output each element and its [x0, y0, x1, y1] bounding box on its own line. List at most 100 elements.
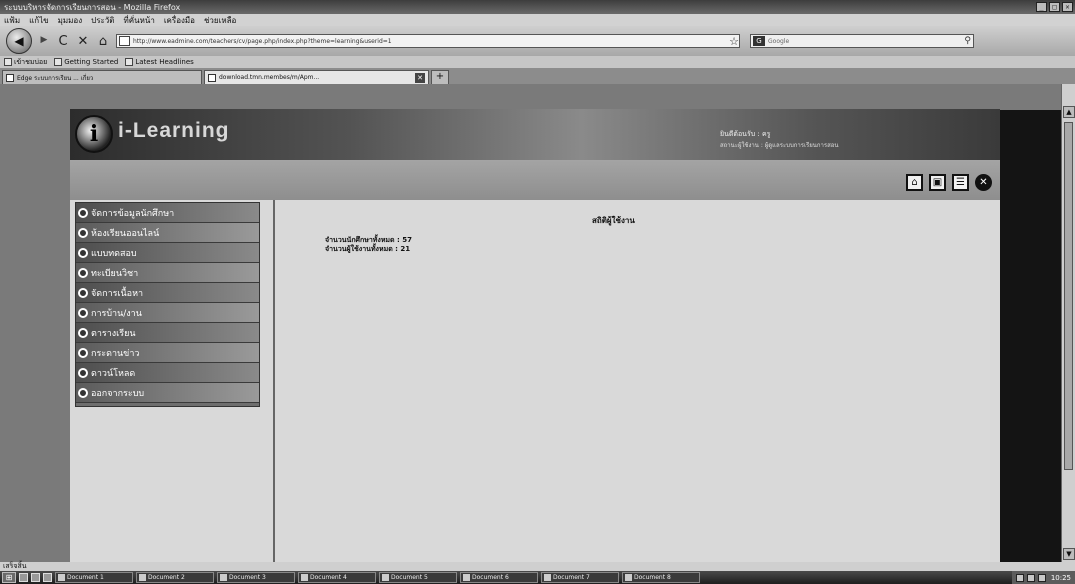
- side-menu-label: ดาวน์โหลด: [91, 368, 136, 379]
- search-icon[interactable]: ⚲: [964, 36, 971, 46]
- home-icon[interactable]: ⌂: [906, 174, 923, 191]
- search-engine-icon[interactable]: G: [753, 36, 765, 46]
- bookmark-star-icon[interactable]: ☆: [729, 35, 739, 47]
- bullet-icon: [78, 367, 88, 378]
- url-text[interactable]: http://www.eadmine.com/teachers/cv/page.…: [133, 38, 392, 45]
- side-menu-label: กระดานข่าว: [91, 348, 140, 359]
- side-menu-label: ห้องเรียนออนไลน์: [91, 228, 160, 239]
- bookmark-icon: [54, 58, 63, 66]
- forward-button[interactable]: ▶: [38, 35, 50, 47]
- taskbar-button[interactable]: Document 3: [217, 572, 295, 583]
- bullet-icon: [78, 307, 88, 318]
- side-menu-item[interactable]: ออกจากระบบ: [76, 383, 259, 403]
- scroll-thumb[interactable]: [1064, 122, 1073, 470]
- site-logo-text: i-Learning: [118, 119, 230, 142]
- new-tab-button[interactable]: +: [431, 70, 449, 84]
- side-menu-item[interactable]: ทะเบียนวิชา: [76, 263, 259, 283]
- taskbar-button[interactable]: Document 4: [298, 572, 376, 583]
- os-taskbar: ⊞ Document 1 Document 2 Document 3 Docum…: [0, 571, 1075, 584]
- tab-1[interactable]: Edge ระบบการเรียน ... เกี่ยว: [2, 70, 202, 84]
- menu-tools[interactable]: เครื่องมือ: [164, 14, 195, 27]
- tab-close-icon[interactable]: ✕: [415, 72, 425, 83]
- taskbar-button-label: Document 6: [472, 574, 509, 581]
- task-icon: [139, 574, 146, 581]
- side-menu-item[interactable]: กระดานข่าว: [76, 343, 259, 363]
- taskbar-button[interactable]: Document 8: [622, 572, 700, 583]
- logo-icon: i: [75, 115, 113, 153]
- close-window-button[interactable]: ✕: [1062, 2, 1073, 12]
- quicklaunch-icon[interactable]: [43, 573, 52, 582]
- quicklaunch-icon[interactable]: [19, 573, 28, 582]
- back-button[interactable]: ◀: [6, 28, 32, 54]
- side-menu-label: แบบทดสอบ: [91, 248, 137, 259]
- page-viewport: i i-Learning ยินดีต้อนรับ : ครู สถานะผู้…: [0, 84, 1075, 562]
- minimize-button[interactable]: _: [1036, 2, 1047, 12]
- task-icon: [58, 574, 65, 581]
- menu-view[interactable]: มุมมอง: [58, 14, 83, 27]
- side-menu-item[interactable]: แบบทดสอบ: [76, 243, 259, 263]
- bookmark-getting-started[interactable]: Getting Started: [54, 58, 118, 66]
- rss-icon: [125, 58, 134, 66]
- save-icon[interactable]: ▣: [929, 174, 946, 191]
- tray-icon[interactable]: [1037, 573, 1046, 582]
- menu-history[interactable]: ประวัติ: [91, 14, 114, 27]
- side-menu-item[interactable]: ตารางเรียน: [76, 323, 259, 343]
- task-icon: [301, 574, 308, 581]
- quicklaunch-icon[interactable]: [31, 573, 40, 582]
- taskbar-button[interactable]: Document 7: [541, 572, 619, 583]
- navigation-toolbar: ◀ ▶ C ✕ ⌂ http://www.eadmine.com/teacher…: [0, 26, 1075, 56]
- url-bar[interactable]: http://www.eadmine.com/teachers/cv/page.…: [116, 34, 740, 48]
- menu-bookmarks[interactable]: ที่คั่นหน้า: [123, 14, 154, 27]
- taskbar-button[interactable]: Document 5: [379, 572, 457, 583]
- side-menu-label: ตารางเรียน: [91, 328, 136, 339]
- bullet-icon: [78, 227, 88, 238]
- side-menu-item[interactable]: ดาวน์โหลด: [76, 363, 259, 383]
- side-menu-item[interactable]: การบ้าน/งาน: [76, 303, 259, 323]
- bookmark-label: Latest Headlines: [135, 58, 194, 66]
- search-input[interactable]: Google: [768, 38, 961, 45]
- task-icon: [544, 574, 551, 581]
- start-icon[interactable]: ⊞: [2, 572, 16, 583]
- bookmark-latest-headlines[interactable]: Latest Headlines: [125, 58, 194, 66]
- bullet-icon: [78, 247, 88, 258]
- search-box[interactable]: G Google ⚲: [750, 34, 974, 48]
- menubar: แฟ้ม แก้ไข มุมมอง ประวัติ ที่คั่นหน้า เค…: [0, 14, 1075, 26]
- taskbar-button[interactable]: Document 6: [460, 572, 538, 583]
- tray-icon[interactable]: [1026, 573, 1035, 582]
- user-icon[interactable]: ☰: [952, 174, 969, 191]
- taskbar-button-label: Document 2: [148, 574, 185, 581]
- menu-edit[interactable]: แก้ไข: [29, 14, 49, 27]
- tray-icon[interactable]: [1015, 573, 1024, 582]
- side-menu-label: จัดการเนื้อหา: [91, 288, 144, 299]
- bookmark-label: Getting Started: [64, 58, 119, 66]
- taskbar-button-label: Document 5: [391, 574, 428, 581]
- stop-button[interactable]: ✕: [76, 34, 90, 49]
- reload-button[interactable]: C: [56, 34, 70, 49]
- maximize-button[interactable]: □: [1049, 2, 1060, 12]
- tab-favicon-icon: [208, 73, 216, 82]
- menu-help[interactable]: ช่วยเหลือ: [204, 14, 236, 27]
- side-menu-label: ทะเบียนวิชา: [91, 268, 139, 279]
- window-title: ระบบบริหารจัดการเรียนการสอน - Mozilla Fi…: [4, 2, 181, 12]
- home-button[interactable]: ⌂: [96, 34, 110, 49]
- taskbar-button-label: Document 7: [553, 574, 590, 581]
- task-icon: [382, 574, 389, 581]
- taskbar-button[interactable]: Document 1: [55, 572, 133, 583]
- side-menu-label: ออกจากระบบ: [91, 388, 145, 399]
- side-menu-item[interactable]: จัดการเนื้อหา: [76, 283, 259, 303]
- tab-2[interactable]: download.tmn.membes/m/Apm... ✕: [204, 70, 429, 84]
- main-content: สถิติผู้ใช้งาน จำนวนนักศึกษาทั้งหมด : 57…: [280, 200, 980, 562]
- bookmark-most-visited[interactable]: เข้าชมบ่อย: [4, 57, 47, 68]
- side-menu-item[interactable]: จัดการข้อมูลนักศึกษา: [76, 203, 259, 223]
- vertical-scrollbar[interactable]: ▲ ▼: [1061, 84, 1075, 562]
- scroll-up-icon[interactable]: ▲: [1063, 106, 1075, 118]
- bookmark-label: เข้าชมบ่อย: [14, 57, 48, 66]
- logout-icon[interactable]: ✕: [975, 174, 992, 191]
- scroll-down-icon[interactable]: ▼: [1063, 548, 1075, 560]
- bullet-icon: [78, 347, 88, 358]
- side-menu-item[interactable]: ห้องเรียนออนไลน์: [76, 223, 259, 243]
- site-header: i i-Learning ยินดีต้อนรับ : ครู สถานะผู้…: [70, 109, 1000, 160]
- taskbar-button[interactable]: Document 2: [136, 572, 214, 583]
- menu-file[interactable]: แฟ้ม: [4, 14, 20, 27]
- clock[interactable]: 10:25: [1051, 574, 1071, 582]
